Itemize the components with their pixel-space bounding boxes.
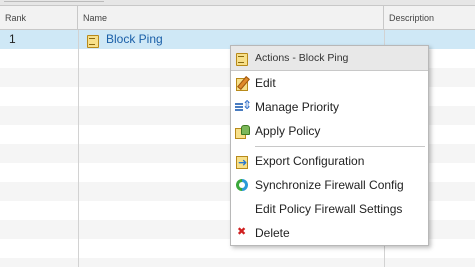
menu-item-export-configuration[interactable]: Export Configuration bbox=[231, 150, 428, 172]
column-header-rank[interactable]: Rank bbox=[0, 6, 78, 30]
edit-icon bbox=[235, 76, 249, 91]
column-divider bbox=[78, 30, 79, 267]
context-menu-title-label: Actions - Block Ping bbox=[255, 52, 349, 64]
menu-item-manage-priority[interactable]: Manage Priority bbox=[231, 96, 428, 118]
empty-row bbox=[0, 258, 475, 267]
menu-item-label: Delete bbox=[255, 226, 290, 240]
priority-icon bbox=[235, 98, 252, 114]
column-header-name[interactable]: Name bbox=[78, 6, 384, 30]
column-header-description[interactable]: Description bbox=[384, 6, 475, 30]
menu-item-synchronize-firewall-config[interactable]: Synchronize Firewall Config bbox=[231, 174, 428, 196]
menu-item-apply-policy[interactable]: Apply Policy bbox=[231, 120, 428, 142]
menu-item-label: Export Configuration bbox=[255, 154, 365, 168]
delete-icon bbox=[235, 225, 249, 240]
context-menu-title: Actions - Block Ping bbox=[231, 46, 428, 71]
policy-name-link[interactable]: Block Ping bbox=[106, 30, 163, 49]
export-icon bbox=[235, 154, 249, 169]
policy-icon bbox=[86, 33, 100, 48]
menu-item-label: Apply Policy bbox=[255, 124, 321, 138]
rank-cell: 1 bbox=[9, 32, 16, 46]
name-cell[interactable]: Block Ping bbox=[86, 30, 163, 49]
menu-item-edit-policy-firewall-settings[interactable]: Edit Policy Firewall Settings bbox=[231, 198, 428, 220]
policy-icon bbox=[235, 51, 249, 66]
menu-item-delete[interactable]: Delete bbox=[231, 222, 428, 244]
sync-icon bbox=[235, 178, 249, 192]
tab-fragment bbox=[4, 0, 104, 2]
apply-policy-icon bbox=[235, 124, 250, 139]
menu-item-label: Edit bbox=[255, 76, 276, 90]
menu-item-label: Synchronize Firewall Config bbox=[255, 178, 404, 192]
menu-item-label: Manage Priority bbox=[255, 100, 340, 114]
menu-item-label: Edit Policy Firewall Settings bbox=[255, 202, 403, 216]
context-menu: Actions - Block Ping Edit Manage Priorit… bbox=[230, 45, 429, 246]
menu-item-edit[interactable]: Edit bbox=[231, 72, 428, 94]
menu-separator bbox=[255, 146, 425, 147]
table-header: Rank Name Description bbox=[0, 6, 475, 30]
